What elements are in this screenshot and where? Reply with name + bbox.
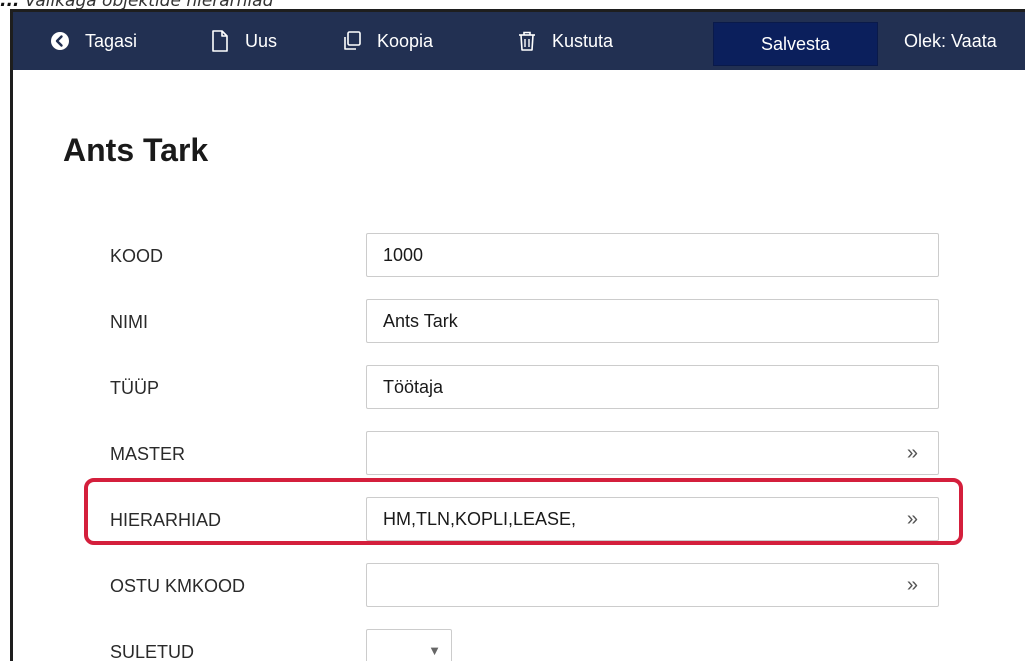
copy-label: Koopia	[377, 30, 434, 51]
save-button[interactable]: Salvesta	[713, 22, 878, 66]
tyyp-field[interactable]: Töötaja	[366, 365, 939, 409]
kood-value: 1000	[383, 244, 424, 265]
suletud-label: SULETUD	[110, 642, 195, 661]
back-button[interactable]: Tagasi	[49, 12, 137, 70]
caret-down-icon: ▼	[428, 643, 441, 658]
master-label: MASTER	[110, 444, 186, 464]
back-label: Tagasi	[85, 30, 138, 51]
new-label: Uus	[245, 30, 278, 51]
hierarhiad-field[interactable]: HM,TLN,KOPLI,LEASE, »	[366, 497, 939, 541]
ostu-kmkood-label: OSTU KMKOOD	[110, 576, 246, 596]
new-button[interactable]: Uus	[209, 12, 277, 70]
hierarhiad-label: HIERARHIAD	[110, 510, 222, 530]
tyyp-label: TÜÜP	[110, 378, 159, 398]
nimi-label: NIMI	[110, 312, 148, 332]
suletud-select[interactable]: ▼	[366, 629, 452, 661]
page-title: Ants Tark	[63, 132, 209, 168]
tyyp-value: Töötaja	[383, 376, 444, 397]
status-label: Olek: Vaata	[904, 30, 997, 51]
toolbar: Tagasi Uus Koopia Kustuta Salvesta Olek:…	[13, 12, 1025, 70]
file-icon	[209, 30, 231, 52]
copy-icon	[341, 30, 363, 52]
double-chevron-right-icon[interactable]: »	[907, 574, 918, 597]
ostu-kmkood-field[interactable]: »	[366, 563, 939, 607]
hierarhiad-value: HM,TLN,KOPLI,LEASE,	[383, 508, 577, 529]
trash-icon	[516, 30, 538, 52]
master-field[interactable]: »	[366, 431, 939, 475]
nimi-field[interactable]: Ants Tark	[366, 299, 939, 343]
copy-button[interactable]: Koopia	[341, 12, 433, 70]
double-chevron-right-icon[interactable]: »	[907, 508, 918, 531]
nimi-value: Ants Tark	[383, 310, 458, 331]
arrow-left-circle-icon	[49, 30, 71, 52]
delete-label: Kustuta	[552, 30, 614, 51]
delete-button[interactable]: Kustuta	[516, 12, 613, 70]
app-window: Tagasi Uus Koopia Kustuta Salvesta Olek:…	[10, 9, 1025, 661]
double-chevron-right-icon[interactable]: »	[907, 442, 918, 465]
kood-field[interactable]: 1000	[366, 233, 939, 277]
kood-label: KOOD	[110, 246, 164, 266]
